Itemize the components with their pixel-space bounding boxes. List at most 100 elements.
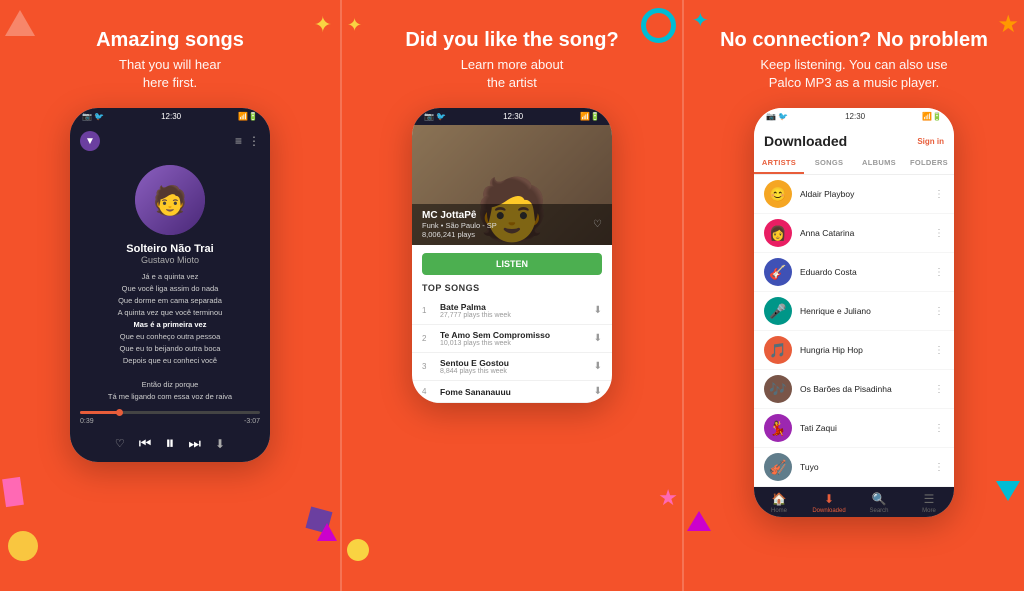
like-icon[interactable]: ♡ xyxy=(115,437,125,450)
prev-btn[interactable]: ⏮ xyxy=(139,435,152,452)
nav-search[interactable]: 🔍 Search xyxy=(854,492,904,514)
artist-avatar-2: 👩 xyxy=(764,219,792,247)
artist-meta: Funk • São Paulo - SP xyxy=(422,221,497,230)
artist-name-3[interactable]: Eduardo Costa xyxy=(800,267,934,277)
player-screen: ▼ ≡ ⋮ 🧑 Solteiro Não Trai Gustavo Mioto … xyxy=(70,125,270,462)
song-plays-3: 8,844 plays this week xyxy=(440,368,594,375)
deco-purple-tri xyxy=(687,511,711,531)
artist-avatar-7: 💃 xyxy=(764,414,792,442)
nav-more[interactable]: ☰ More xyxy=(904,492,954,514)
more-icon-5[interactable]: ⋮ xyxy=(934,345,944,356)
tab-albums[interactable]: ALBUMS xyxy=(854,153,904,174)
download-icon[interactable]: ⬇ xyxy=(215,437,225,451)
list-item: 💃 Tati Zaqui ⋮ xyxy=(754,409,954,448)
lyric-line-4: A quinta vez que você terminou xyxy=(118,308,223,317)
listen-button[interactable]: LISTEN xyxy=(422,253,602,275)
more-options-icon[interactable]: ⋮ xyxy=(248,134,260,148)
panel-amazing-songs: ✦ Amazing songs That you will hearhere f… xyxy=(0,0,340,591)
next-btn[interactable]: ⏭ xyxy=(188,435,201,452)
more-icon-4[interactable]: ⋮ xyxy=(934,306,944,317)
panel-did-you-like: ✦ ★ Did you like the song? Learn more ab… xyxy=(340,0,684,591)
download-btn-3[interactable]: ⬇ xyxy=(594,361,602,372)
deco-circle xyxy=(8,531,38,561)
deco-yellow-circle xyxy=(347,539,369,561)
song-num-1: 1 xyxy=(422,306,434,315)
list-item: 🎤 Henrique e Juliano ⋮ xyxy=(754,292,954,331)
progress-bar-wrap[interactable] xyxy=(70,411,270,414)
panel1-title: Amazing songs xyxy=(96,28,244,52)
bottom-nav: 🏠 Home ⬇ Downloaded 🔍 Search ☰ More xyxy=(754,487,954,517)
download-btn-4[interactable]: ⬇ xyxy=(594,386,602,397)
song-num-3: 3 xyxy=(422,362,434,371)
tabs-row: ARTISTS SONGS ALBUMS FOLDERS xyxy=(754,153,954,175)
lyric-line-9: Então diz porque xyxy=(142,380,199,389)
artist-name-1[interactable]: Aldair Playboy xyxy=(800,189,934,199)
artist-genre: Funk xyxy=(422,221,439,230)
artist-name-7[interactable]: Tati Zaqui xyxy=(800,423,934,433)
artist-name-5[interactable]: Hungria Hip Hop xyxy=(800,345,934,355)
more-icon-1[interactable]: ⋮ xyxy=(934,189,944,200)
top-songs-label: TOP SONGS xyxy=(412,283,612,297)
panel-no-connection: ✦ ★ No connection? No problem Keep liste… xyxy=(684,0,1024,591)
album-art-inner: 🧑 xyxy=(135,165,205,235)
song-num-2: 2 xyxy=(422,334,434,343)
minimize-btn[interactable]: ▼ xyxy=(80,131,100,151)
artist-avatar-1: 😊 xyxy=(764,180,792,208)
tab-folders[interactable]: FOLDERS xyxy=(904,153,954,174)
song-artist: Gustavo Mioto xyxy=(70,255,270,265)
song-title-1[interactable]: Bate Palma xyxy=(440,302,594,312)
status-time: 12:30 xyxy=(161,112,181,121)
playlist-icon[interactable]: ≡ xyxy=(235,134,242,148)
song-num-4: 4 xyxy=(422,387,434,396)
artist-location: São Paulo - SP xyxy=(446,221,497,230)
sign-in-button[interactable]: Sign in xyxy=(917,137,944,146)
song-list: 1 Bate Palma 27,777 plays this week ⬇ 2 … xyxy=(412,297,612,403)
more-icon-3[interactable]: ⋮ xyxy=(934,267,944,278)
search-icon: 🔍 xyxy=(872,492,887,506)
panel1-subtitle: That you will hearhere first. xyxy=(119,56,221,92)
more-nav-icon: ☰ xyxy=(924,492,935,506)
more-icon-8[interactable]: ⋮ xyxy=(934,462,944,473)
more-icon-2[interactable]: ⋮ xyxy=(934,228,944,239)
tab-artists[interactable]: ARTISTS xyxy=(754,153,804,174)
artist-name-2[interactable]: Anna Catarina xyxy=(800,228,934,238)
phone-mockup-1: 📷 🐦 12:30 📶🔋 ▼ ≡ ⋮ 🧑 Solteiro Não Trai G… xyxy=(70,108,270,462)
artist-avatar-5: 🎵 xyxy=(764,336,792,364)
player-topbar: ▼ ≡ ⋮ xyxy=(70,125,270,157)
song-title-2[interactable]: Te Amo Sem Compromisso xyxy=(440,330,594,340)
nav-downloaded[interactable]: ⬇ Downloaded xyxy=(804,492,854,514)
song-title-3[interactable]: Sentou E Gostou xyxy=(440,358,594,368)
lyric-line-8: Depois que eu conheci você xyxy=(123,356,217,365)
more-icon-7[interactable]: ⋮ xyxy=(934,423,944,434)
pause-btn[interactable]: ⏸ xyxy=(165,433,174,454)
download-btn-2[interactable]: ⬇ xyxy=(594,333,602,344)
phone-mockup-3: 📷 🐦 12:30 📶🔋 Downloaded Sign in ARTISTS … xyxy=(754,108,954,517)
artist-avatar-4: 🎤 xyxy=(764,297,792,325)
status-time-2: 12:30 xyxy=(503,112,523,121)
song-title-4[interactable]: Fome Sananauuu xyxy=(440,387,594,397)
song-row-1: 1 Bate Palma 27,777 plays this week ⬇ xyxy=(412,297,612,325)
album-art: 🧑 xyxy=(135,165,205,235)
nav-home[interactable]: 🏠 Home xyxy=(754,492,804,514)
song-row-4: 4 Fome Sananauuu ⬇ xyxy=(412,381,612,403)
artist-name-8[interactable]: Tuyo xyxy=(800,462,934,472)
download-btn-1[interactable]: ⬇ xyxy=(594,305,602,316)
tab-songs[interactable]: SONGS xyxy=(804,153,854,174)
artist-name-4[interactable]: Henrique e Juliano xyxy=(800,306,934,316)
song-row-2: 2 Te Amo Sem Compromisso 10,013 plays th… xyxy=(412,325,612,353)
lyric-line-6: Que eu conheço outra pessoa xyxy=(120,332,221,341)
artist-face: 🧑 xyxy=(153,184,188,217)
home-icon: 🏠 xyxy=(772,492,787,506)
heart-icon[interactable]: ♡ xyxy=(593,219,602,230)
panel3-subtitle: Keep listening. You can also usePalco MP… xyxy=(760,56,947,92)
lyrics: Já e a quinta vez Que você liga assim do… xyxy=(70,271,270,403)
deco-star-pink: ★ xyxy=(658,485,678,511)
deco-triangle xyxy=(5,10,35,36)
artist-name-6[interactable]: Os Barões da Pisadinha xyxy=(800,384,934,394)
deco-pink-rect xyxy=(2,477,24,507)
downloaded-label: Downloaded xyxy=(812,508,845,514)
total-time: -3:07 xyxy=(244,418,260,425)
artist-avatar-8: 🎻 xyxy=(764,453,792,481)
more-icon-6[interactable]: ⋮ xyxy=(934,384,944,395)
home-label: Home xyxy=(771,508,787,514)
